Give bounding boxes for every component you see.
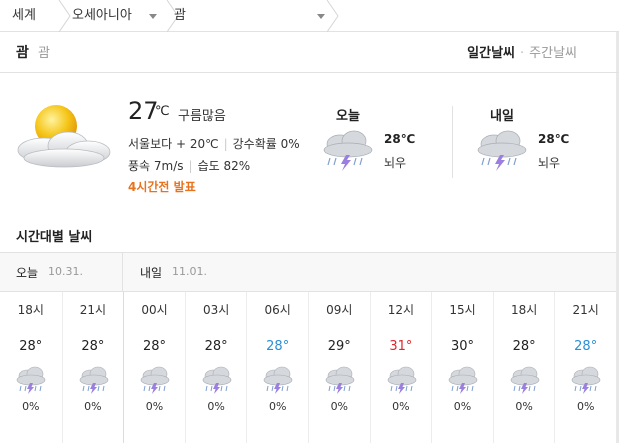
hour-time: 15시 — [449, 303, 476, 317]
divider — [452, 106, 453, 178]
hour-precip-probability: 0% — [145, 400, 164, 413]
hourly-section-title: 시간대별 날씨 — [16, 230, 93, 245]
hour-time: 21시 — [572, 303, 599, 317]
hour-temperature: 31° — [389, 339, 413, 354]
hourly-column: 00시 28° 0% — [123, 292, 185, 443]
thunderstorm-icon — [324, 366, 356, 398]
thunderstorm-icon — [447, 366, 479, 398]
tab-separator: · — [520, 46, 525, 61]
thunderstorm-icon — [262, 366, 294, 398]
chevron-down-icon — [149, 14, 157, 19]
hourly-column: 15시 30° 0% — [431, 292, 493, 443]
hourly-day-header: 오늘 10.31. 내일 11.01. — [0, 252, 616, 292]
thunderstorm-icon — [570, 366, 602, 398]
thunderstorm-icon — [201, 366, 233, 398]
hour-precip-probability: 0% — [515, 400, 533, 413]
thunderstorm-icon — [139, 366, 171, 398]
hour-precip-probability: 0% — [576, 400, 595, 413]
hour-time: 09시 — [326, 303, 353, 317]
chevron-down-icon — [317, 14, 325, 19]
divider — [0, 72, 619, 73]
forecast-tomorrow-temp: 28℃ — [538, 132, 570, 146]
breadcrumb: 세계 오세아니아 괌 — [0, 0, 619, 32]
breadcrumb-world[interactable]: 세계 — [0, 0, 58, 32]
hour-time: 18시 — [17, 303, 44, 317]
hourly-column: 18시 28° 0% — [0, 292, 62, 443]
thunderstorm-icon — [386, 366, 418, 398]
partly-cloudy-sun-icon — [8, 100, 116, 174]
hourly-column: 09시 29° 0% — [308, 292, 370, 443]
forecast-today-temp: 28℃ — [384, 132, 416, 146]
hourly-column: 03시 28° 0% — [184, 292, 247, 443]
hour-temperature: 29° — [327, 339, 351, 354]
page-title: 괌 — [16, 45, 29, 61]
breadcrumb-region[interactable]: 오세아니아 — [60, 0, 168, 32]
hourly-column: 18시 28° 0% — [492, 292, 555, 443]
thunderstorm-icon — [509, 366, 541, 398]
hour-time: 18시 — [510, 303, 538, 317]
breadcrumb-place[interactable]: 괌 — [162, 0, 336, 32]
breadcrumb-place-label: 괌 — [174, 8, 186, 23]
compare-seoul: 서울보다 + 20℃ — [128, 137, 219, 151]
hourly-column: 21시 28° 0% — [61, 292, 124, 443]
breadcrumb-world-label: 세계 — [12, 8, 36, 23]
current-temperature: 27 — [128, 97, 159, 125]
forecast-today-label: 오늘 — [336, 109, 360, 124]
day-today-label: 오늘 — [16, 266, 39, 280]
day-tomorrow-label: 내일 — [140, 266, 163, 280]
hour-time: 00시 — [141, 303, 168, 317]
detail-separator: | — [188, 159, 193, 173]
hour-temperature: 28° — [142, 339, 166, 354]
day-tomorrow-date: 11.01. — [172, 265, 207, 278]
precipitation-probability: 강수확률 0% — [232, 137, 300, 151]
forecast-tomorrow-label: 내일 — [490, 109, 514, 124]
hour-precip-probability: 0% — [268, 400, 287, 413]
breadcrumb-region-label: 오세아니아 — [72, 8, 132, 23]
hour-time: 03시 — [202, 303, 230, 317]
thunderstorm-icon — [320, 128, 376, 176]
hour-precip-probability: 0% — [207, 400, 225, 413]
view-tabs: 일간날씨 · 주간날씨 — [467, 42, 577, 61]
humidity: 습도 82% — [197, 159, 251, 173]
hour-temperature: 28° — [19, 339, 43, 354]
current-detail-row: 서울보다 + 20℃ | 강수확률 0% — [128, 135, 300, 152]
forecast-tomorrow-condition: 뇌우 — [538, 156, 561, 170]
announce-time: 4시간전 발표 — [128, 180, 196, 194]
hourly-column: 06시 28° 0% — [246, 292, 308, 443]
hour-temperature: 28° — [266, 339, 290, 354]
thunderstorm-icon — [78, 366, 110, 398]
detail-separator: | — [223, 137, 228, 151]
hour-temperature: 28° — [574, 339, 598, 354]
thunderstorm-icon — [474, 128, 530, 176]
breadcrumb-separator — [326, 0, 340, 32]
hour-precip-probability: 0% — [392, 400, 410, 413]
thunderstorm-icon — [15, 366, 47, 398]
hour-time: 21시 — [79, 303, 107, 317]
hourly-column: 12시 31° 0% — [369, 292, 432, 443]
current-condition: 구름많음 — [178, 109, 226, 124]
wind-speed: 풍속 7m/s — [128, 159, 184, 173]
hour-temperature: 28° — [204, 339, 228, 354]
hourly-forecast-row: 18시 28° 0% 21시 28° 0% 00시 28° 0% 03시 28° 0% 06시 28° 0%… — [0, 292, 616, 443]
hour-precip-probability: 0% — [84, 400, 102, 413]
hour-time: 12시 — [387, 303, 415, 317]
page-subtitle: 괌 — [38, 46, 50, 61]
tab-weekly-weather[interactable]: 주간날씨 — [529, 46, 577, 61]
hour-temperature: 30° — [450, 339, 474, 354]
day-today-date: 10.31. — [48, 265, 83, 278]
hourly-column: 21시 28° 0% — [554, 292, 616, 443]
hour-precip-probability: 0% — [453, 400, 472, 413]
current-detail-row: 풍속 7m/s | 습도 82% — [128, 157, 250, 174]
day-divider — [122, 253, 123, 291]
tab-daily-weather[interactable]: 일간날씨 — [467, 46, 515, 61]
hour-time: 06시 — [264, 303, 291, 317]
hour-temperature: 28° — [81, 339, 105, 354]
current-temperature-unit: ℃ — [155, 104, 170, 119]
hour-temperature: 28° — [512, 339, 536, 354]
hour-precip-probability: 0% — [330, 400, 349, 413]
hour-precip-probability: 0% — [22, 400, 40, 413]
forecast-today-condition: 뇌우 — [384, 156, 407, 170]
